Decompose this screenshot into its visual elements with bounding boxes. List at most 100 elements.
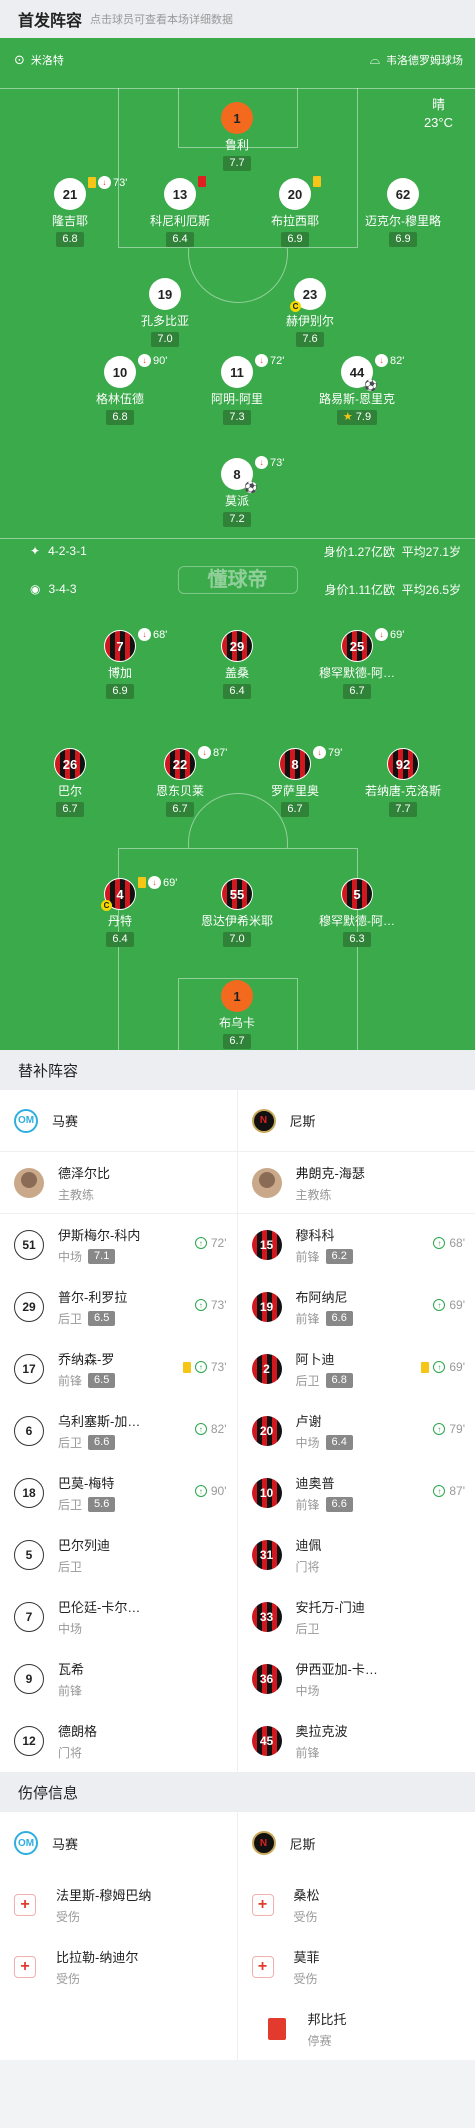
referee-info: ⊙ 米洛特 — [14, 52, 64, 68]
player-away-55[interactable]: 55 恩达伊希米耶 7.0 — [177, 878, 297, 947]
medical-kit-icon: + — [251, 1894, 274, 1916]
jersey-number: 5 — [341, 878, 373, 910]
player-home-1[interactable]: 1 鲁利 7.7 — [177, 102, 297, 171]
red-card-icon — [198, 176, 206, 187]
injury-row[interactable]: 邦比托 停赛 — [238, 1998, 475, 2060]
jersey-number: 6 — [14, 1416, 44, 1446]
lineup-header: 首发阵容 点击球员可查看本场详细数据 — [0, 0, 475, 38]
player-away-92[interactable]: 92 若纳唐-克洛斯 7.7 — [343, 748, 463, 817]
sub-minute: 90' — [210, 1484, 227, 1498]
sub-name: 乔纳森-罗 — [58, 1352, 115, 1367]
player-home-13[interactable]: 13 科尼利厄斯 6.4 — [120, 176, 240, 247]
player-home-23[interactable]: 23 C 赫伊别尔 7.6 — [250, 278, 370, 347]
player-home-10[interactable]: 10 ↓ 90' 格林伍德 6.8 — [60, 354, 180, 425]
player-home-20[interactable]: 20 布拉西耶 6.9 — [235, 176, 355, 247]
event-badges: ↓ 87' — [198, 746, 227, 759]
player-away-7[interactable]: 7 ↓ 68' 博加 6.9 — [60, 628, 180, 699]
sub-on-icon: ↑ — [194, 1299, 207, 1311]
sub-row[interactable]: 29 普尔-利罗拉 后卫 6.5 ↑ 73' — [0, 1276, 237, 1338]
player-rating: 7.7 — [389, 802, 417, 817]
injuries-panel: OM 马赛 + 法里斯-穆姆巴纳 受伤 + 比拉勒-纳迪尔 受伤 N 尼斯 + 桑松 受伤 + 莫… — [0, 1812, 475, 2060]
player-rating: 7.6 — [296, 332, 324, 347]
event-badges: ↓ 90' — [138, 354, 167, 367]
player-home-44[interactable]: 44 ⚽ ↓ 82' 路易斯-恩里克 ★ 7.9 — [297, 354, 417, 425]
sub-row[interactable]: 33 安托万-门迪 后卫 — [238, 1586, 475, 1648]
home-coach-role: 主教练 — [58, 1187, 95, 1202]
player-home-19[interactable]: 19 孔多比亚 7.0 — [105, 278, 225, 347]
sub-position: 前锋 — [58, 1684, 83, 1698]
jersey-number: 31 — [251, 1540, 282, 1570]
stadium-name: 韦洛德罗姆球场 — [386, 55, 463, 67]
injury-row[interactable]: + 桑松 受伤 — [238, 1874, 475, 1936]
home-team-mini-icon: ✦ — [30, 544, 41, 558]
jersey-number: 55 — [221, 878, 253, 910]
player-home-11[interactable]: 11 ↓ 72' 阿明-阿里 7.3 — [177, 354, 297, 425]
sub-row[interactable]: 6 乌利塞斯-加… 后卫 6.6 ↑ 82' — [0, 1400, 237, 1462]
sub-on-info: ↑ 79' — [433, 1422, 465, 1436]
sub-row[interactable]: 7 巴伦廷-卡尔… 中场 — [0, 1586, 237, 1648]
sub-minute: 87' — [449, 1484, 465, 1498]
jersey-number: 2 — [251, 1354, 282, 1384]
player-home-8[interactable]: 8 ⚽ ↓ 73' 莫派 7.2 — [177, 456, 297, 527]
sub-name: 伊斯梅尔-科内 — [58, 1228, 141, 1243]
home-coach-name: 德泽尔比 — [58, 1165, 111, 1181]
player-away-5[interactable]: 5 穆罕默德-阿… 6.3 — [297, 878, 417, 947]
sub-position-line: 中场 6.4 — [296, 1434, 353, 1451]
sub-position-line: 前锋 6.2 — [296, 1248, 353, 1265]
sub-row[interactable]: 36 伊西亚加-卡… 中场 — [238, 1648, 475, 1710]
sub-row[interactable]: 10 迪奥普 前锋 6.6 ↑ 87' — [238, 1462, 475, 1524]
sub-row[interactable]: 31 迪佩 门将 — [238, 1524, 475, 1586]
player-away-1[interactable]: 1 布乌卡 6.7 — [177, 980, 297, 1049]
home-team-row[interactable]: OM 马赛 — [0, 1090, 237, 1152]
home-formation: 4-2-3-1 — [48, 544, 87, 558]
sub-position: 中场 — [58, 1622, 83, 1636]
sub-minute: 73' — [270, 456, 285, 469]
player-away-8[interactable]: 8 ↓ 79' 罗萨里奥 6.7 — [235, 746, 355, 817]
sub-row[interactable]: 19 布阿纳尼 前锋 6.6 ↑ 69' — [238, 1276, 475, 1338]
sub-row[interactable]: 12 德朗格 门将 — [0, 1710, 237, 1772]
sub-row[interactable]: 5 巴尔列迪 后卫 — [0, 1524, 237, 1586]
jersey-number-text: 8 — [291, 756, 299, 772]
player-away-29[interactable]: 29 盖桑 6.4 — [177, 630, 297, 699]
away-coach-row[interactable]: 弗朗克-海瑟 主教练 — [237, 1152, 475, 1214]
player-name: 科尼利厄斯 — [149, 214, 210, 228]
event-badges: ↓ 69' — [375, 628, 404, 641]
away-team-row[interactable]: N 尼斯 — [237, 1090, 475, 1152]
jersey-number: 11 — [221, 356, 253, 388]
jersey-number: 10 — [104, 356, 136, 388]
player-away-22[interactable]: 22 ↓ 87' 恩东贝莱 6.7 — [120, 746, 240, 817]
sub-row[interactable]: 45 奥拉克波 前锋 — [238, 1710, 475, 1772]
sub-on-info: ↑ 69' — [421, 1360, 465, 1374]
player-away-4[interactable]: 4 C ↓ 69' 丹特 6.4 — [60, 876, 180, 947]
sub-row[interactable]: 17 乔纳森-罗 前锋 6.5 ↑ 73' — [0, 1338, 237, 1400]
player-name: 赫伊别尔 — [285, 314, 334, 328]
sub-row[interactable]: 15 穆科科 前锋 6.2 ↑ 68' — [238, 1214, 475, 1276]
injury-row[interactable]: + 法里斯-穆姆巴纳 受伤 — [0, 1874, 237, 1936]
sub-row[interactable]: 2 阿卜迪 后卫 6.8 ↑ 69' — [238, 1338, 475, 1400]
lineup-title: 首发阵容 — [18, 13, 83, 30]
sub-position-line: 前锋 — [296, 1744, 348, 1761]
home-coach-row[interactable]: 德泽尔比 主教练 — [0, 1152, 237, 1214]
sub-rating: 6.5 — [88, 1311, 116, 1326]
sub-row[interactable]: 20 卢谢 中场 6.4 ↑ 79' — [238, 1400, 475, 1462]
player-name: 阿明-阿里 — [211, 392, 263, 406]
injury-row[interactable]: + 莫菲 受伤 — [238, 1936, 475, 1998]
sub-row[interactable]: 18 巴莫-梅特 后卫 5.6 ↑ 90' — [0, 1462, 237, 1524]
jersey-number: 22 — [164, 748, 196, 780]
player-name: 罗萨里奥 — [270, 784, 319, 798]
subs-panel: OM 马赛 德泽尔比 主教练 51 伊斯梅尔-科内 中场 7.1 ↑ 72' 29 普尔-利罗… — [0, 1090, 475, 1772]
injury-row[interactable]: + 比拉勒-纳迪尔 受伤 — [0, 1936, 237, 1998]
sub-position-line: 后卫 6.6 — [58, 1434, 140, 1451]
jersey-number: 8 ⚽ — [221, 458, 258, 494]
player-away-26[interactable]: 26 巴尔 6.7 — [10, 748, 130, 817]
player-home-62[interactable]: 62 迈克尔-穆里略 6.9 — [343, 178, 463, 247]
sub-row[interactable]: 9 瓦希 前锋 — [0, 1648, 237, 1710]
event-badges — [198, 176, 206, 187]
player-home-21[interactable]: 21 ↓ 73' 隆吉耶 6.8 — [10, 176, 130, 247]
player-name: 孔多比亚 — [140, 314, 189, 328]
sub-row[interactable]: 51 伊斯梅尔-科内 中场 7.1 ↑ 72' — [0, 1214, 237, 1276]
sub-minute: 87' — [213, 746, 228, 759]
stadium-info: ⌓ 韦洛德罗姆球场 — [370, 52, 463, 68]
player-away-25[interactable]: 25 ↓ 69' 穆罕默德-阿… 6.7 — [297, 628, 417, 699]
sub-position: 前锋 — [58, 1374, 83, 1388]
